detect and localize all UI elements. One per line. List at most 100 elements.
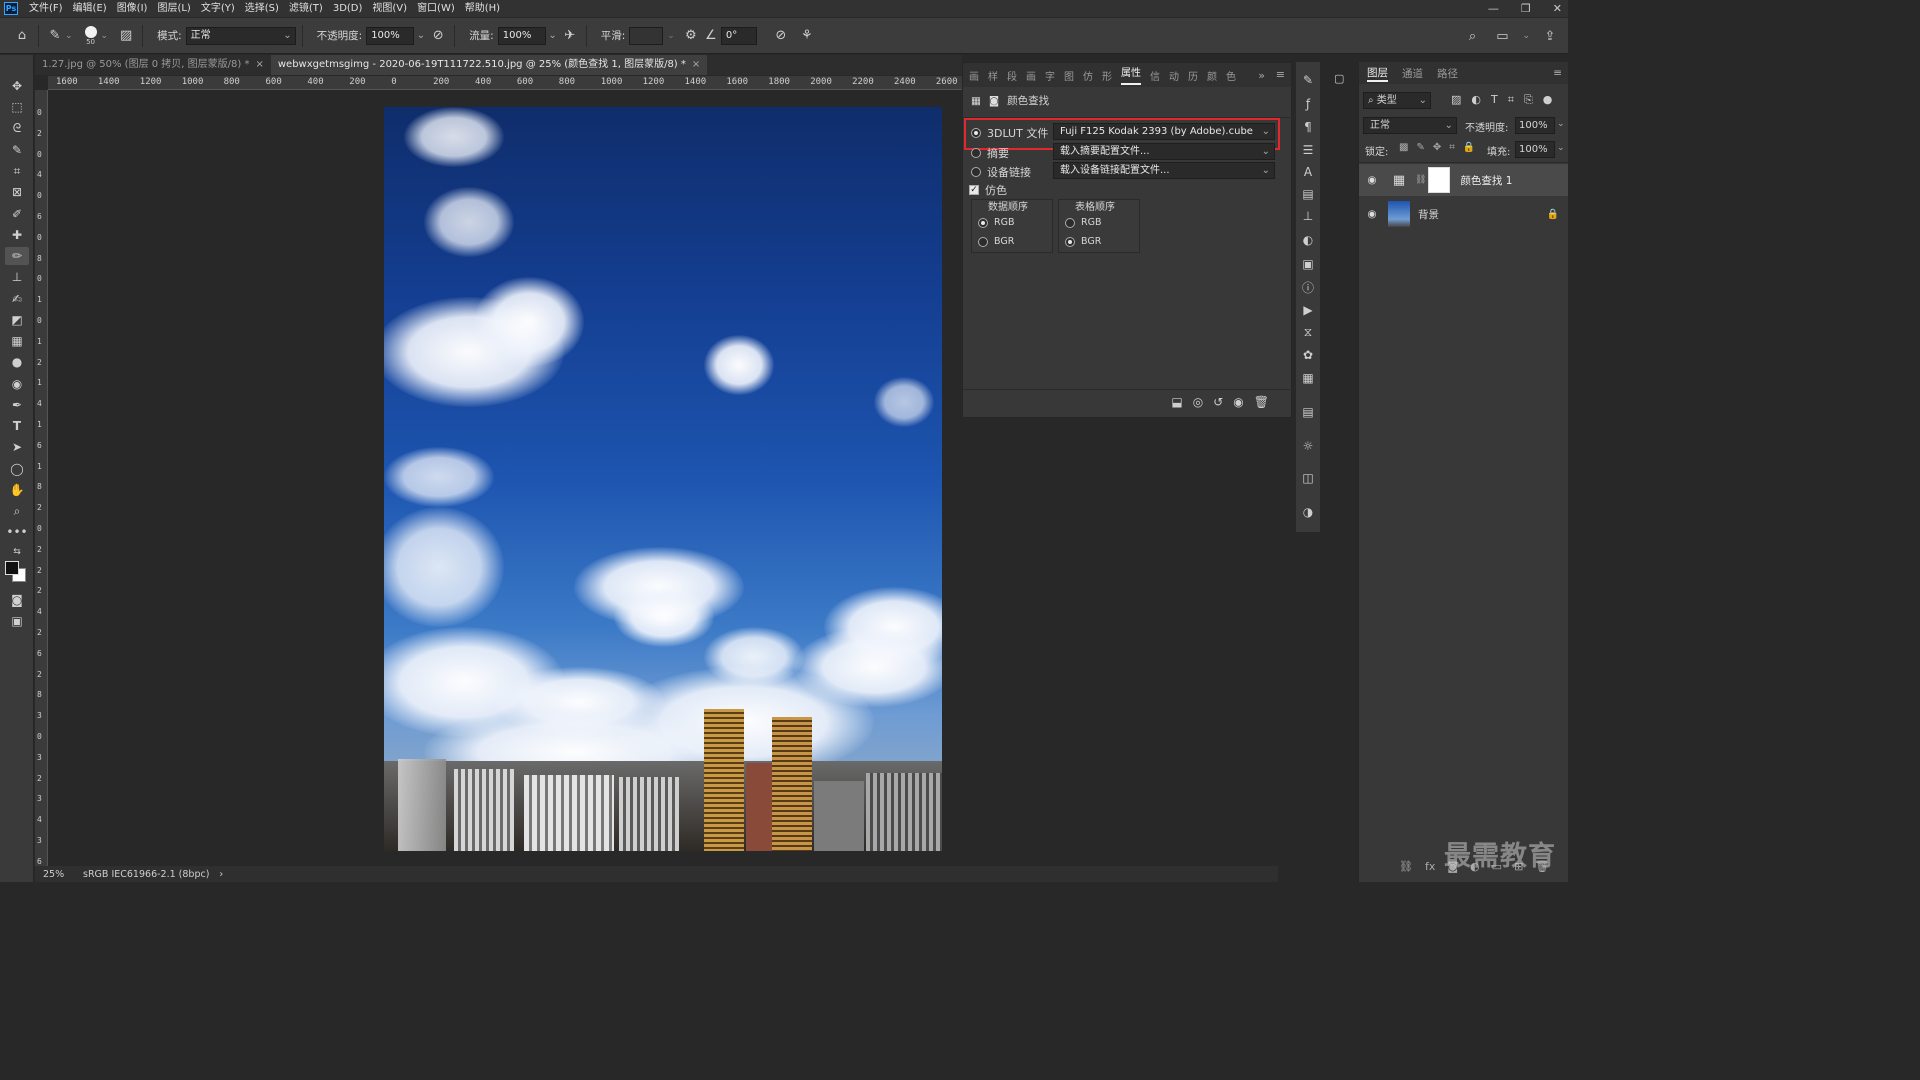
blend-mode-select[interactable]: 正常 ⌄ <box>1363 117 1457 134</box>
filter-adjustment-icon[interactable]: ◐ <box>1471 93 1481 107</box>
home-icon[interactable]: ⌂ <box>12 26 32 46</box>
menu-3d[interactable]: 3D(D) <box>328 0 368 17</box>
menu-edit[interactable]: 编辑(E) <box>68 0 112 17</box>
panel-tab[interactable]: 仿 <box>1083 68 1093 83</box>
shapes-icon[interactable]: ◐ <box>1300 232 1316 248</box>
filter-type-icon[interactable]: T <box>1491 93 1498 107</box>
close-icon[interactable]: × <box>692 55 700 75</box>
panel-menu-icon[interactable]: ≡ <box>1276 68 1285 81</box>
properties-icon[interactable]: ▣ <box>1300 256 1316 272</box>
flow-field[interactable]: 100% ⌄ <box>497 26 557 45</box>
more-tools-icon[interactable]: ••• <box>5 523 29 541</box>
layer-name[interactable]: 颜色查找 1 <box>1460 173 1512 188</box>
layer-row[interactable]: ◉ ▦ ⛓ 颜色查找 1 <box>1359 164 1568 196</box>
adjustments-icon[interactable]: ☰ <box>1300 142 1316 158</box>
dither-checkbox[interactable]: ✓ <box>969 185 979 195</box>
data-order-rgb[interactable]: RGB <box>978 217 1014 228</box>
chevron-down-icon[interactable]: ⌄ <box>101 31 109 41</box>
pressure-size-icon[interactable]: ⊘ <box>771 26 791 46</box>
foreground-color-swatch[interactable] <box>5 561 19 575</box>
tab-paths[interactable]: 路径 <box>1437 66 1458 81</box>
panel-tab[interactable]: 样 <box>988 68 998 83</box>
history-icon[interactable]: ⧖ <box>1300 324 1316 340</box>
data-rgb-radio[interactable] <box>978 217 988 228</box>
glyphs-icon[interactable]: ▤ <box>1300 186 1316 202</box>
device-link-radio[interactable] <box>971 167 981 177</box>
opacity-field[interactable]: 100% ⌄ <box>366 26 425 45</box>
tab-channels[interactable]: 通道 <box>1402 66 1423 81</box>
dodge-tool-icon[interactable]: ◉ <box>5 375 29 393</box>
chevron-down-icon[interactable]: ⌄ <box>417 28 425 44</box>
menu-window[interactable]: 窗口(W) <box>412 0 460 17</box>
layer-style-icon[interactable]: fx <box>1425 860 1435 873</box>
panel-tab[interactable]: 图 <box>1064 68 1074 83</box>
brush-settings-icon[interactable]: ✎ <box>1300 72 1316 88</box>
close-window-button[interactable]: ✕ <box>1553 0 1562 17</box>
symmetry-icon[interactable]: ⚘ <box>797 26 817 46</box>
brush-settings-panel-icon[interactable]: ▨ <box>116 26 136 46</box>
data-bgr-radio[interactable] <box>978 236 988 247</box>
menu-filter[interactable]: 滤镜(T) <box>284 0 328 17</box>
chevron-down-icon[interactable]: ⌄ <box>1557 119 1565 129</box>
chevron-down-icon[interactable]: ⌄ <box>548 28 556 44</box>
eye-icon[interactable]: ◉ <box>1359 208 1385 220</box>
gradient-tool-icon[interactable]: ▦ <box>5 332 29 350</box>
minimize-button[interactable]: — <box>1488 0 1499 17</box>
gradient-icon[interactable]: ☼ <box>1300 438 1316 454</box>
lock-all-icon[interactable]: 🔒 <box>1463 142 1475 153</box>
link-icon[interactable]: ⛓ <box>1415 175 1426 185</box>
chevron-down-icon[interactable]: ⌄ <box>65 31 73 41</box>
pressure-opacity-icon[interactable]: ⊘ <box>428 26 448 46</box>
share-icon[interactable]: ⇪ <box>1540 26 1560 46</box>
panel-tab[interactable]: 信 <box>1150 68 1160 83</box>
device-link-select[interactable]: 载入设备链接配置文件... ⌄ <box>1053 162 1275 179</box>
data-order-bgr[interactable]: BGR <box>978 236 1014 247</box>
marquee-tool-icon[interactable]: ⬚ <box>5 98 29 116</box>
menu-select[interactable]: 选择(S) <box>240 0 284 17</box>
abstract-option[interactable]: 摘要 <box>971 145 1009 161</box>
lock-position-icon[interactable]: ✥ <box>1433 142 1441 153</box>
menu-layer[interactable]: 图层(L) <box>152 0 195 17</box>
filter-toggle-icon[interactable]: ● <box>1543 93 1553 107</box>
close-icon[interactable]: × <box>255 55 263 75</box>
panel-tab[interactable]: 属性 <box>1121 65 1141 85</box>
menu-image[interactable]: 图像(I) <box>112 0 153 17</box>
layer-row[interactable]: ◉ 背景 🔒 <box>1359 198 1568 230</box>
document-image[interactable] <box>384 107 942 851</box>
document-tab-active[interactable]: webwxgetmsgimg - 2020-06-19T111722.510.j… <box>270 55 708 75</box>
layer-filter-select[interactable]: ⌕ 类型 ⌄ <box>1363 92 1431 109</box>
layer-mask-thumbnail[interactable] <box>1428 167 1451 193</box>
panel-tab[interactable]: 字 <box>1045 68 1055 83</box>
lasso-tool-icon[interactable]: ᘓ <box>5 119 29 137</box>
abstract-select[interactable]: 载入摘要配置文件... ⌄ <box>1053 143 1275 160</box>
airbrush-icon[interactable]: ✈ <box>560 26 580 46</box>
eye-icon[interactable]: ◉ <box>1359 174 1385 186</box>
chevron-right-icon[interactable]: › <box>219 869 223 880</box>
abstract-radio[interactable] <box>971 148 981 158</box>
zoom-level[interactable]: 25% <box>43 869 79 880</box>
hand-tool-icon[interactable]: ✋ <box>5 481 29 499</box>
frame-tool-icon[interactable]: ⊠ <box>5 183 29 201</box>
panel-tab[interactable]: 颜 <box>1207 68 1217 83</box>
move-tool-icon[interactable]: ✥ <box>5 77 29 95</box>
quick-select-tool-icon[interactable]: ✎ <box>5 141 29 159</box>
eyedropper-tool-icon[interactable]: ✐ <box>5 205 29 223</box>
menu-view[interactable]: 视图(V) <box>367 0 412 17</box>
document-tab[interactable]: 1.27.jpg @ 50% (图层 0 拷贝, 图层蒙版/8) * × <box>35 55 271 75</box>
type-tool-icon[interactable]: T <box>5 417 29 435</box>
info-icon[interactable]: ⓘ <box>1300 279 1316 295</box>
angle-field[interactable]: 0° <box>720 26 757 45</box>
panel-tab[interactable]: 动 <box>1169 68 1179 83</box>
table-rgb-radio[interactable] <box>1065 217 1075 228</box>
quick-mask-icon[interactable]: ◙ <box>5 591 29 609</box>
filter-smart-icon[interactable]: ⎘ <box>1524 93 1533 107</box>
view-previous-state-icon[interactable]: ◎ <box>1193 395 1203 409</box>
menu-type[interactable]: 文字(Y) <box>196 0 240 17</box>
panel-menu-icon[interactable]: ≡ <box>1553 67 1562 79</box>
panel-tab[interactable]: 形 <box>1102 68 1112 83</box>
menu-help[interactable]: 帮助(H) <box>460 0 505 17</box>
table-order-bgr[interactable]: BGR <box>1065 236 1101 247</box>
lut-radio[interactable] <box>971 128 981 138</box>
layer-name[interactable]: 背景 <box>1418 207 1439 222</box>
filter-pixel-icon[interactable]: ▨ <box>1451 93 1461 107</box>
